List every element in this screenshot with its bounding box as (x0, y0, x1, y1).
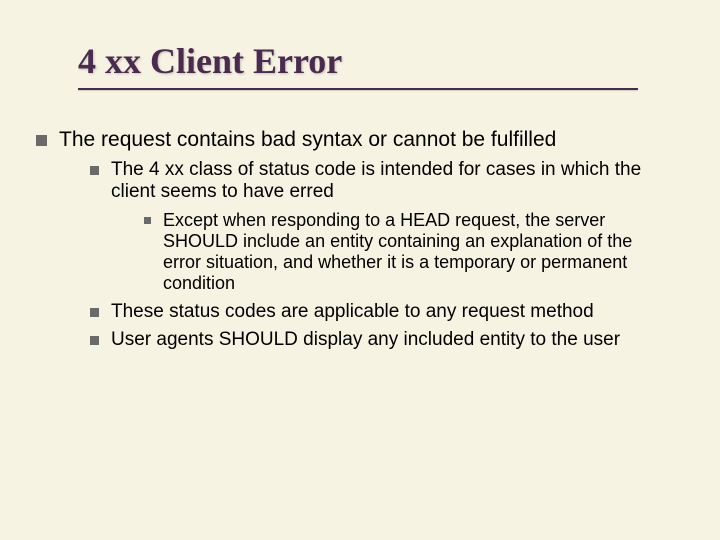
square-bullet-icon (36, 135, 47, 146)
square-bullet-icon (90, 166, 99, 175)
square-bullet-icon (90, 336, 99, 345)
list-item: These status codes are applicable to any… (36, 301, 656, 323)
bullet-text: The 4 xx class of status code is intende… (111, 159, 656, 204)
slide-body: The request contains bad syntax or canno… (0, 90, 720, 351)
list-item: Except when responding to a HEAD request… (36, 210, 656, 295)
square-bullet-icon (90, 308, 99, 317)
bullet-text: User agents SHOULD display any included … (111, 329, 656, 351)
slide-title: 4 xx Client Error (0, 0, 720, 88)
bullet-text: The request contains bad syntax or canno… (59, 128, 656, 153)
list-item: User agents SHOULD display any included … (36, 329, 656, 351)
list-item: The request contains bad syntax or canno… (36, 128, 656, 153)
bullet-text: These status codes are applicable to any… (111, 301, 656, 323)
square-bullet-icon (144, 217, 151, 224)
bullet-text: Except when responding to a HEAD request… (163, 210, 656, 295)
list-item: The 4 xx class of status code is intende… (36, 159, 656, 204)
